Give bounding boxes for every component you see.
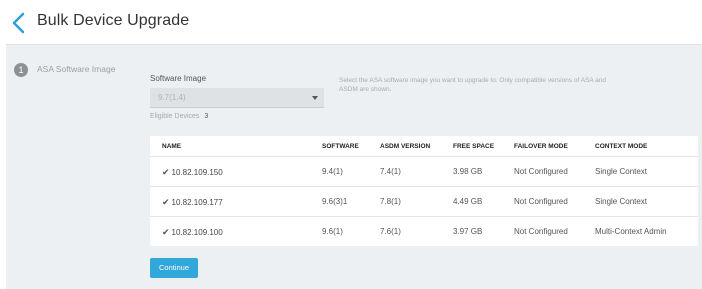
column-header-name[interactable]: NAME [162,143,181,150]
context-mode-cell: Single Context [595,167,648,176]
table-header: NAME SOFTWARE ASDM VERSION FREE SPACE FA… [150,136,698,157]
free-space-cell: 4.49 GB [453,197,483,206]
column-header-asdm-version[interactable]: ASDM VERSION [380,143,430,150]
device-name-cell: ✔ 10.82.109.150 [162,167,223,177]
eligible-devices-label: Eligible Devices [150,113,200,120]
device-name-cell: ✔ 10.82.109.100 [162,227,223,237]
software-cell: 9.6(3)1 [322,197,348,206]
context-mode-cell: Single Context [595,197,648,206]
asdm-version-cell: 7.8(1) [380,197,401,206]
software-cell: 9.6(1) [322,227,343,236]
failover-mode-cell: Not Configured [514,227,568,236]
column-header-failover-mode[interactable]: FAILOVER MODE [514,143,568,150]
eligible-devices-count: 3 [204,113,209,120]
free-space-cell: 3.98 GB [453,167,483,176]
checkmark-icon: ✔ [162,197,170,207]
table-row[interactable]: ✔ 10.82.109.177 9.6(3)1 7.8(1) 4.49 GB No… [150,187,698,217]
failover-mode-cell: Not Configured [514,167,568,176]
failover-mode-cell: Not Configured [514,197,568,206]
back-icon[interactable] [10,12,28,34]
software-image-value: 9.7(1.4) [158,93,186,102]
checkmark-icon: ✔ [162,167,170,177]
software-image-help-text: Select the ASA software image you want t… [339,77,607,93]
software-cell: 9.4(1) [322,167,343,176]
eligible-devices: Eligible Devices 3 [150,113,208,120]
column-header-context-mode[interactable]: CONTEXT MODE [595,143,647,150]
device-name-cell: ✔ 10.82.109.177 [162,197,223,207]
page-title: Bulk Device Upgrade [37,12,190,29]
column-header-software[interactable]: SOFTWARE [322,143,359,150]
step-number-badge: 1 [14,63,28,77]
asdm-version-cell: 7.6(1) [380,227,401,236]
context-mode-cell: Multi-Context Admin [595,227,667,236]
table-row[interactable]: ✔ 10.82.109.100 9.6(1) 7.6(1) 3.97 GB Not… [150,217,698,246]
checkmark-icon: ✔ [162,227,170,237]
step-label: ASA Software Image [37,64,116,74]
chevron-down-icon [312,96,318,100]
software-image-select[interactable]: 9.7(1.4) [150,88,324,108]
software-image-label: Software Image [150,74,207,83]
devices-table: NAME SOFTWARE ASDM VERSION FREE SPACE FA… [150,136,698,246]
continue-button[interactable]: Continue [150,258,198,278]
column-header-free-space[interactable]: FREE SPACE [453,143,494,150]
free-space-cell: 3.97 GB [453,227,483,236]
asdm-version-cell: 7.4(1) [380,167,401,176]
page-header: Bulk Device Upgrade [0,0,702,44]
wizard-panel: 1 ASA Software Image Software Image 9.7(… [6,44,702,289]
table-row[interactable]: ✔ 10.82.109.150 9.4(1) 7.4(1) 3.98 GB Not… [150,157,698,187]
